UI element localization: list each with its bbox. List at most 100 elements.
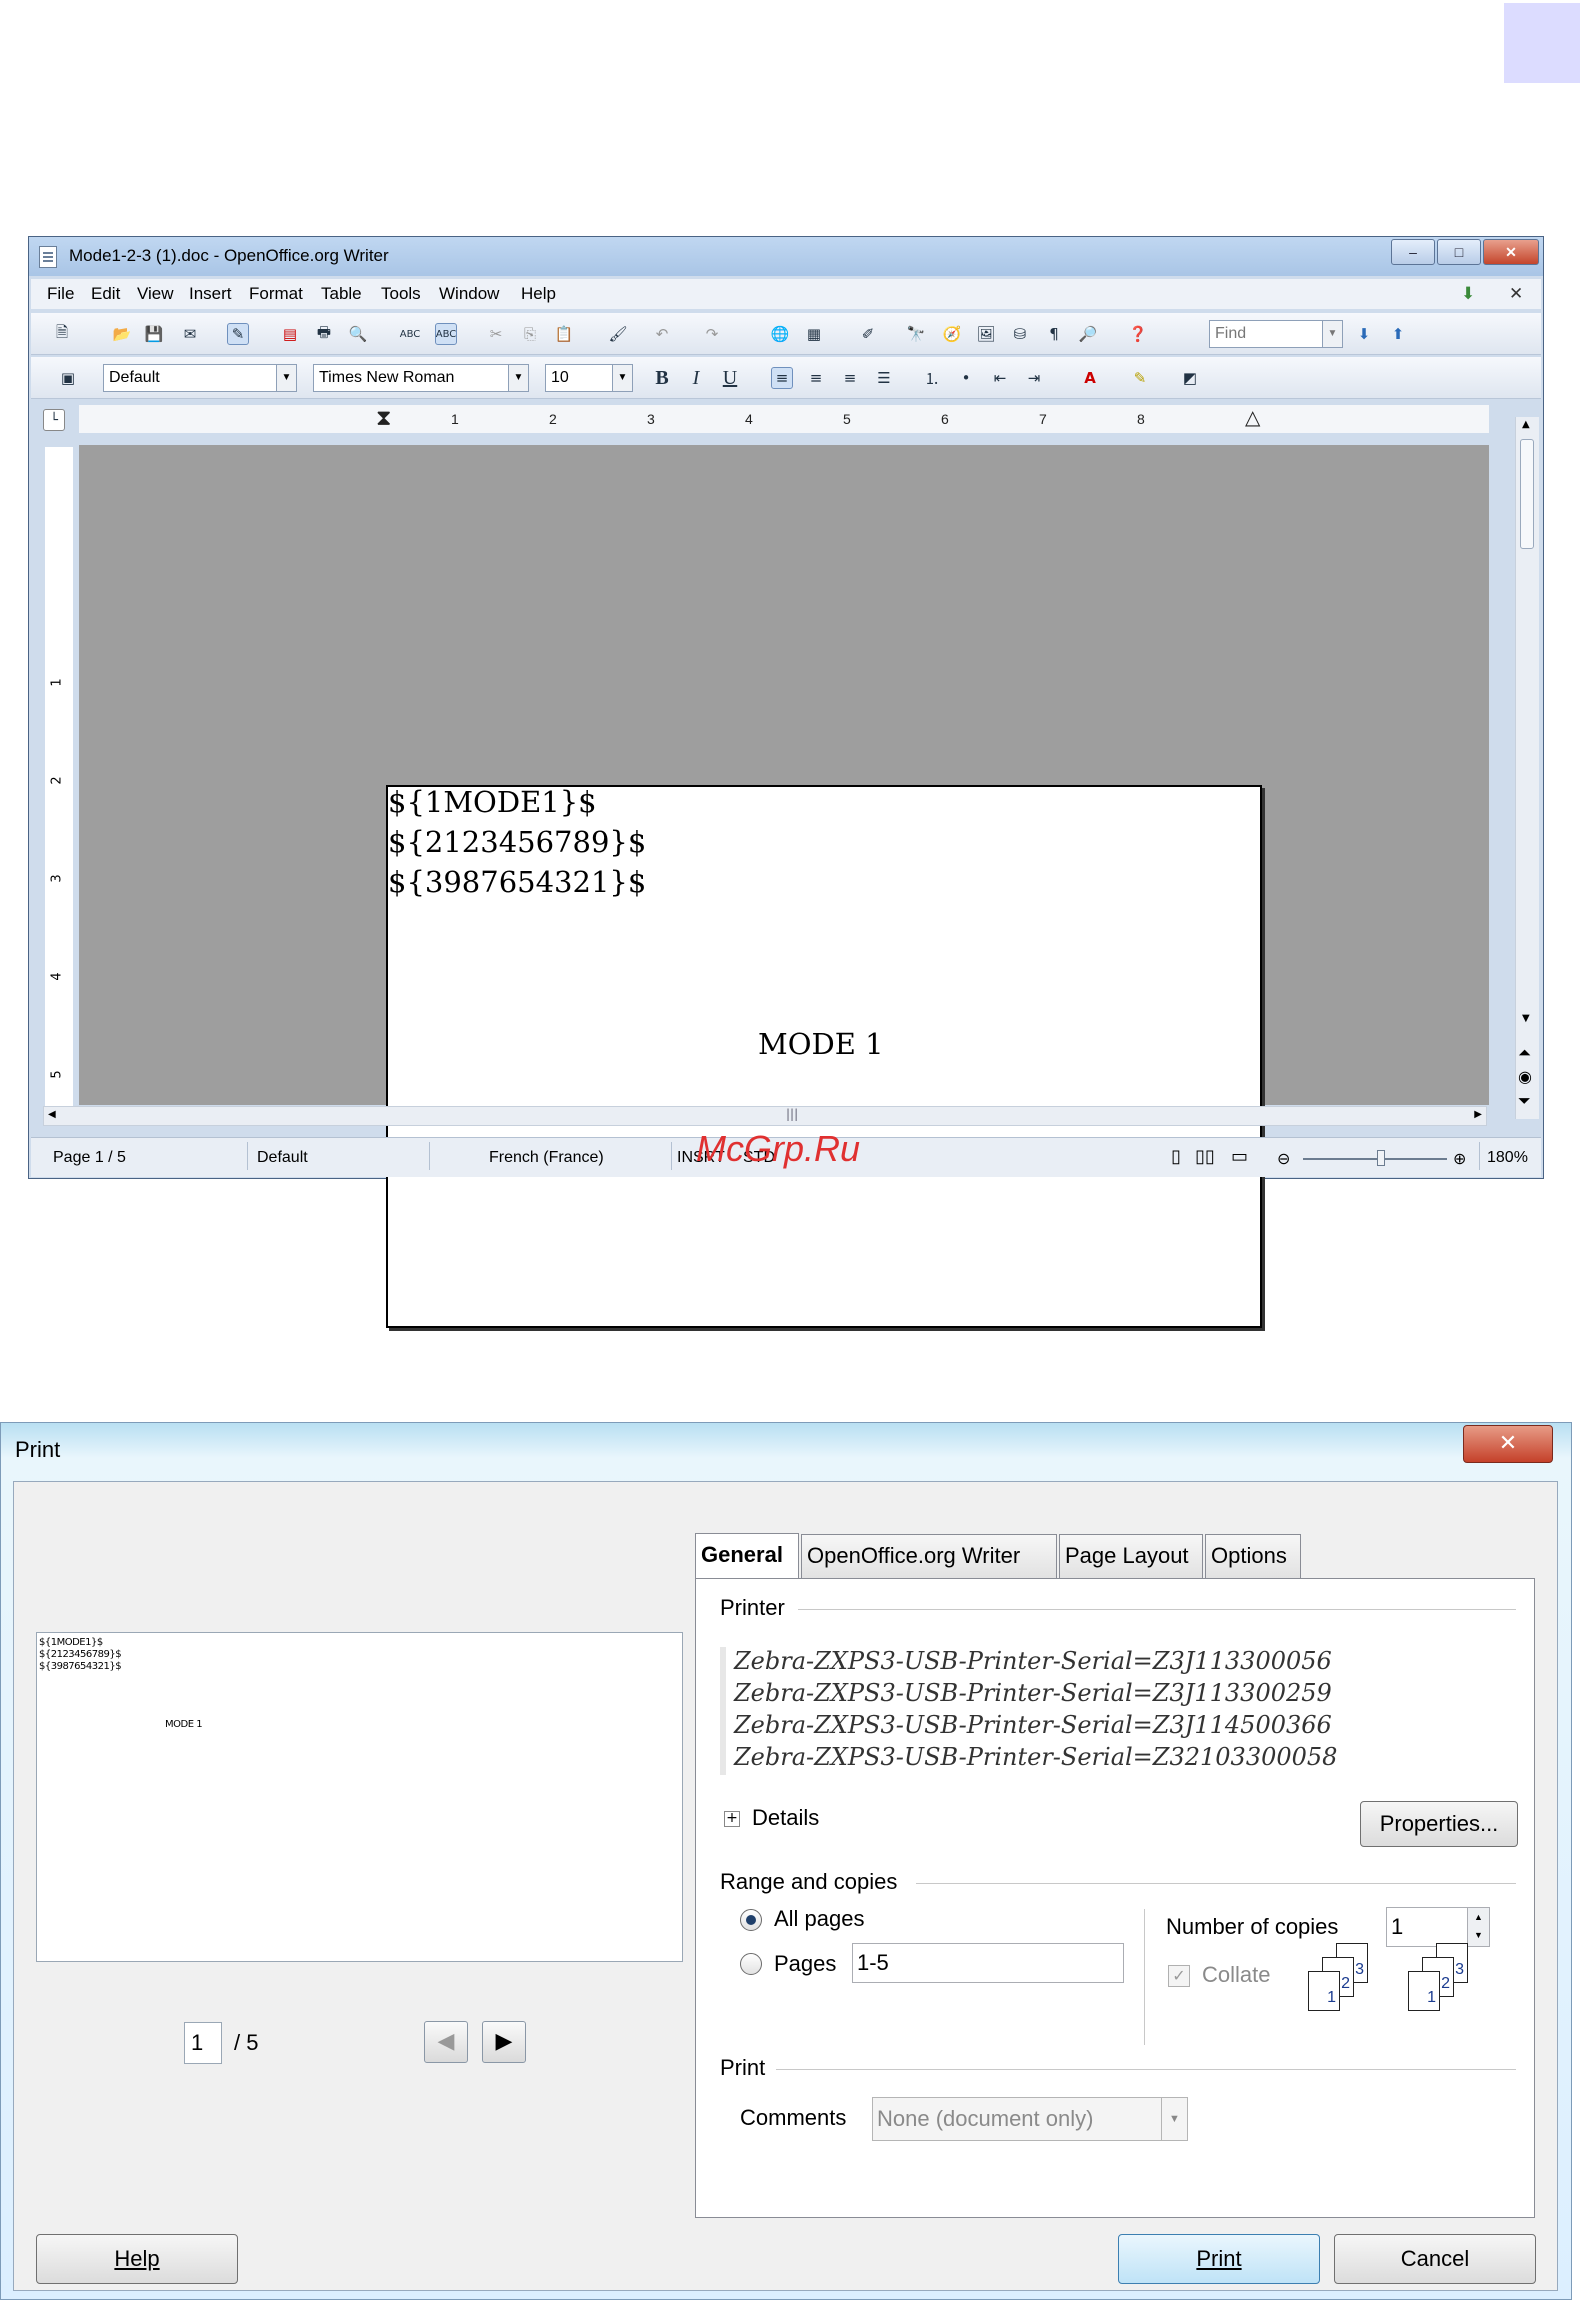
open-icon[interactable]: 📂	[111, 323, 133, 345]
left-indent-marker[interactable]: ⧗	[376, 405, 391, 431]
font-color-icon[interactable]: A	[1079, 367, 1101, 389]
printer-item[interactable]: Zebra-ZXPS3-USB-Printer-Serial=Z3J114500…	[734, 1711, 1332, 1739]
scroll-left-arrow[interactable]: ◀	[48, 1109, 56, 1120]
tab-writer[interactable]: OpenOffice.org Writer	[801, 1534, 1057, 1578]
help-icon[interactable]: ❓	[1127, 323, 1149, 345]
status-page[interactable]: Page 1 / 5	[53, 1149, 126, 1167]
minimize-button[interactable]: –	[1391, 239, 1435, 265]
paragraph-style-arrow[interactable]: ▼	[276, 365, 296, 391]
zoom-icon[interactable]: 🔎	[1077, 323, 1099, 345]
print-icon[interactable]: 🖶	[313, 323, 335, 345]
align-right-icon[interactable]: ≡	[839, 367, 861, 389]
details-label[interactable]: Details	[752, 1805, 819, 1831]
update-icon[interactable]: ⬇	[1461, 284, 1475, 304]
justify-icon[interactable]: ☰	[873, 367, 895, 389]
book-view-icon[interactable]: ▭	[1231, 1146, 1248, 1167]
tab-stop-icon[interactable]: └	[43, 409, 65, 431]
pages-range-input[interactable]: 1-5	[852, 1943, 1124, 1983]
cut-icon[interactable]: ✂	[485, 323, 507, 345]
document-canvas[interactable]: ${1MODE1}$ ${2123456789}$ ${3987654321}$…	[79, 445, 1489, 1328]
paste-icon[interactable]: 📋	[553, 323, 575, 345]
edit-mode-icon[interactable]: ✎	[227, 323, 249, 345]
cancel-button[interactable]: Cancel	[1334, 2234, 1536, 2284]
expand-details-icon[interactable]: +	[724, 1811, 740, 1827]
menu-file[interactable]: File	[47, 284, 74, 304]
formatting-marks-icon[interactable]: ¶	[1043, 323, 1065, 345]
right-indent-marker[interactable]: △	[1245, 405, 1260, 430]
clone-format-icon[interactable]: 🖌	[607, 323, 629, 345]
print-button[interactable]: Print	[1118, 2234, 1320, 2284]
vertical-scrollbar[interactable]: ▲ ▼ ⏶ ◉ ⏷	[1515, 417, 1539, 1119]
styles-formatting-icon[interactable]: ▣	[57, 367, 79, 389]
save-icon[interactable]: 💾	[143, 323, 165, 345]
export-pdf-icon[interactable]: ▤	[279, 323, 301, 345]
document-page[interactable]: ${1MODE1}$ ${2123456789}$ ${3987654321}$…	[386, 785, 1262, 1328]
all-pages-label[interactable]: All pages	[774, 1906, 865, 1932]
close-document-icon[interactable]: ✕	[1509, 284, 1523, 304]
pages-label[interactable]: Pages	[774, 1951, 836, 1977]
increase-indent-icon[interactable]: ⇥	[1023, 367, 1045, 389]
hyperlink-icon[interactable]: 🌐	[769, 323, 791, 345]
gallery-icon[interactable]: 🖼	[975, 323, 997, 345]
print-preview-icon[interactable]: 🔍	[347, 323, 369, 345]
find-next-icon[interactable]: ⬇	[1353, 323, 1375, 345]
printer-list[interactable]: Zebra-ZXPS3-USB-Printer-Serial=Z3J113300…	[720, 1647, 1380, 1775]
close-button[interactable]: ✕	[1483, 239, 1539, 265]
find-input[interactable]: Find ▼	[1209, 320, 1343, 348]
maximize-button[interactable]: □	[1437, 239, 1481, 265]
vertical-scroll-thumb[interactable]	[1520, 439, 1534, 549]
previous-page-icon[interactable]: ⏶	[1518, 1043, 1531, 1063]
collate-checkbox[interactable]: ✓	[1168, 1965, 1190, 1987]
status-style[interactable]: Default	[257, 1149, 308, 1167]
copies-spinner[interactable]: ▲ ▼	[1467, 1908, 1489, 1946]
horizontal-scroll-thumb[interactable]: |||	[786, 1107, 798, 1121]
navigator-icon[interactable]: 🧭	[941, 323, 963, 345]
scroll-down-arrow[interactable]: ▼	[1522, 1013, 1530, 1024]
align-left-icon[interactable]: ≡	[771, 367, 793, 389]
font-size-select[interactable]: 10 ▼	[545, 364, 633, 392]
font-size-arrow[interactable]: ▼	[612, 365, 632, 391]
undo-icon[interactable]: ↶	[651, 323, 673, 345]
all-pages-radio[interactable]	[740, 1909, 762, 1931]
paragraph-style-select[interactable]: Default ▼	[103, 364, 297, 392]
status-zoom[interactable]: 180%	[1487, 1149, 1528, 1167]
horizontal-ruler[interactable]: ⧗ 1 2 3 4 5 6 7 8 △	[79, 405, 1489, 433]
comments-select[interactable]: None (document only) ▼	[872, 2097, 1188, 2141]
numbering-icon[interactable]: ⒈	[921, 367, 943, 389]
menu-view[interactable]: View	[137, 284, 174, 304]
align-center-icon[interactable]: ≡	[805, 367, 827, 389]
help-button[interactable]: Help	[36, 2234, 238, 2284]
copies-input[interactable]: 1 ▲ ▼	[1386, 1907, 1490, 1947]
data-sources-icon[interactable]: ⛁	[1009, 323, 1031, 345]
properties-button[interactable]: Properties...	[1360, 1801, 1518, 1847]
tab-page-layout[interactable]: Page Layout	[1059, 1534, 1203, 1578]
menu-window[interactable]: Window	[439, 284, 499, 304]
zoom-out-icon[interactable]: ⊖	[1277, 1149, 1290, 1169]
font-name-arrow[interactable]: ▼	[508, 365, 528, 391]
find-replace-icon[interactable]: 🔭	[905, 323, 927, 345]
highlighting-icon[interactable]: ✎	[1129, 367, 1151, 389]
menu-table[interactable]: Table	[321, 284, 362, 304]
find-dropdown-arrow[interactable]: ▼	[1322, 321, 1342, 347]
tab-general[interactable]: General	[695, 1533, 799, 1579]
scroll-up-arrow[interactable]: ▲	[1522, 419, 1530, 430]
spellcheck-icon[interactable]: ABC	[399, 323, 421, 345]
find-previous-icon[interactable]: ⬆	[1387, 323, 1409, 345]
email-icon[interactable]: ✉	[179, 323, 201, 345]
navigation-icon[interactable]: ◉	[1518, 1067, 1532, 1086]
font-name-select[interactable]: Times New Roman ▼	[313, 364, 529, 392]
status-language[interactable]: French (France)	[489, 1149, 604, 1167]
menu-format[interactable]: Format	[249, 284, 303, 304]
printer-item[interactable]: Zebra-ZXPS3-USB-Printer-Serial=Z3J113300…	[734, 1679, 1332, 1707]
show-draw-functions-icon[interactable]: ✐	[857, 323, 879, 345]
menu-insert[interactable]: Insert	[189, 284, 232, 304]
table-icon[interactable]: ▦	[803, 323, 825, 345]
collate-label[interactable]: Collate	[1202, 1962, 1270, 1988]
preview-page-input[interactable]: 1	[184, 2022, 222, 2064]
comments-dropdown-arrow[interactable]: ▼	[1161, 2098, 1187, 2140]
italic-button[interactable]: I	[685, 367, 707, 389]
dialog-close-button[interactable]: ✕	[1463, 1425, 1553, 1463]
zoom-slider-knob[interactable]	[1377, 1150, 1385, 1166]
autospellcheck-icon[interactable]: ABC	[435, 323, 457, 345]
bullets-icon[interactable]: •	[955, 367, 977, 389]
